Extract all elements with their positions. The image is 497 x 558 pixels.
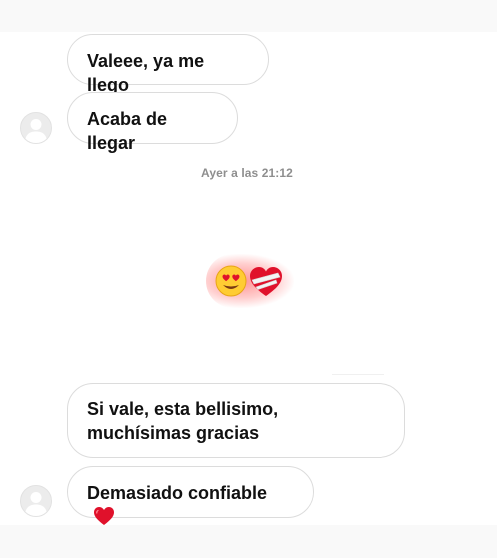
message-timestamp: Ayer a las 21:12 <box>201 166 293 180</box>
smiling-face-with-heart-eyes-icon <box>215 265 247 297</box>
emoji-message[interactable] <box>206 254 294 308</box>
header-strip <box>0 0 497 32</box>
message-bubble[interactable]: Demasiado confiable <box>67 466 314 525</box>
red-heart-icon <box>94 507 114 525</box>
mending-heart-icon <box>250 267 282 296</box>
default-avatar-icon <box>25 492 47 516</box>
message-text: Acaba de llegar <box>87 109 168 153</box>
avatar[interactable] <box>20 112 52 144</box>
message-text: Si vale, esta bellisimo, muchísimas grac… <box>87 399 279 443</box>
message-bubble[interactable]: Si vale, esta bellisimo, muchísimas grac… <box>67 383 405 458</box>
message-bubble[interactable]: Valeee, ya me llego <box>67 34 269 95</box>
message-text: Valeee, ya me llego <box>87 51 205 95</box>
avatar[interactable] <box>20 485 52 517</box>
emoji-pair <box>215 265 282 297</box>
footer-strip <box>0 525 497 558</box>
message-text: Demasiado confiable <box>87 483 268 503</box>
message-bubble[interactable]: Acaba de llegar <box>67 92 238 153</box>
divider <box>332 374 384 375</box>
default-avatar-icon <box>25 119 47 143</box>
